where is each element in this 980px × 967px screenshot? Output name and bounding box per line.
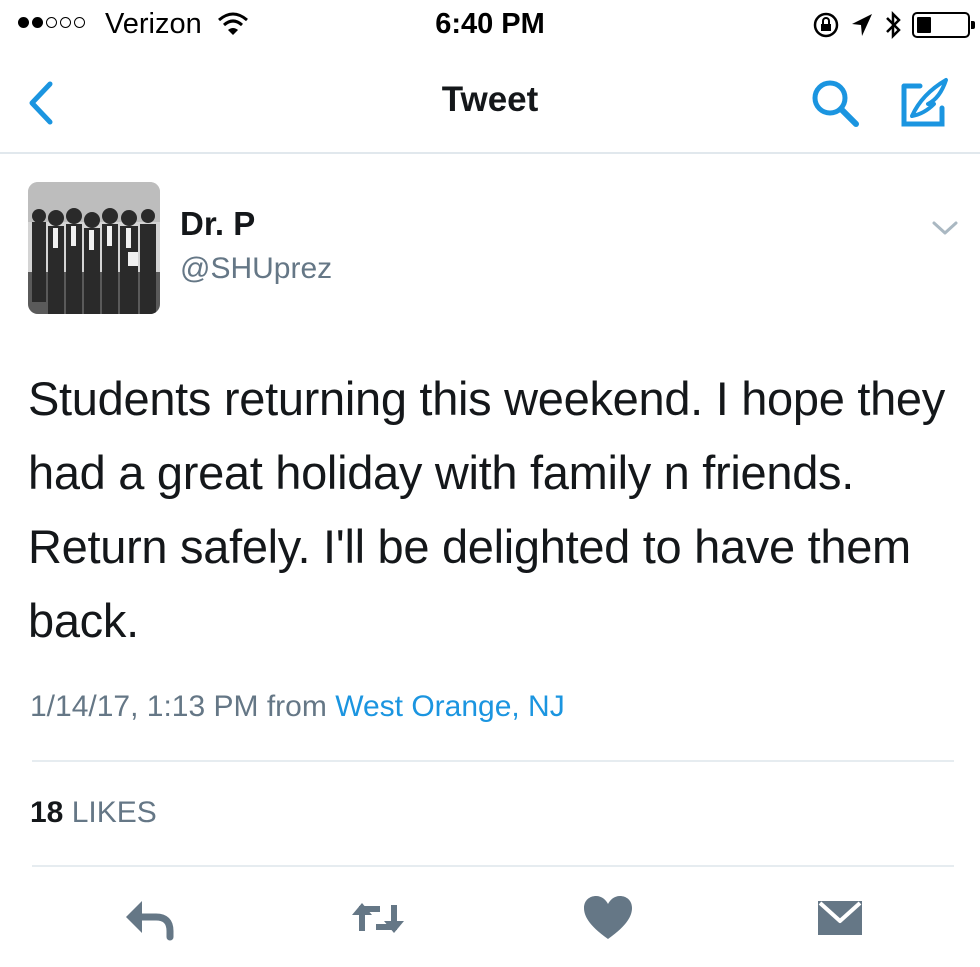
direct-message-icon[interactable] [812, 893, 868, 943]
tweet-meta: 1/14/17, 1:13 PM from West Orange, NJ [30, 690, 565, 724]
battery-fill [917, 17, 931, 33]
navigation-bar: Tweet [0, 52, 980, 154]
tweet-text: Students returning this weekend. I hope … [28, 372, 945, 647]
status-bar: Verizon 6:40 PM [0, 0, 980, 52]
location-arrow-icon [852, 14, 872, 36]
orientation-lock-icon [813, 12, 839, 38]
tweet-location-link[interactable]: West Orange, NJ [335, 690, 565, 723]
search-icon[interactable] [808, 76, 864, 132]
chevron-down-icon[interactable] [928, 214, 962, 242]
like-heart-icon[interactable] [580, 893, 636, 943]
likes-summary[interactable]: 18 LIKES [30, 796, 157, 830]
likes-count: 18 [30, 796, 64, 829]
reply-icon[interactable] [122, 893, 178, 943]
tweet-timestamp: 1/14/17, 1:13 PM [30, 690, 259, 723]
from-label: from [266, 690, 327, 723]
divider [32, 760, 954, 762]
author-name[interactable]: Dr. P [180, 205, 255, 243]
bluetooth-icon [886, 10, 901, 40]
likes-label: LIKES [71, 796, 157, 829]
compose-tweet-icon[interactable] [894, 74, 954, 134]
author-handle[interactable]: @SHUprez [180, 252, 332, 286]
battery-icon [912, 12, 975, 38]
retweet-icon[interactable] [350, 893, 406, 943]
divider [32, 865, 954, 867]
avatar-photo [28, 182, 160, 314]
avatar[interactable] [28, 182, 160, 314]
